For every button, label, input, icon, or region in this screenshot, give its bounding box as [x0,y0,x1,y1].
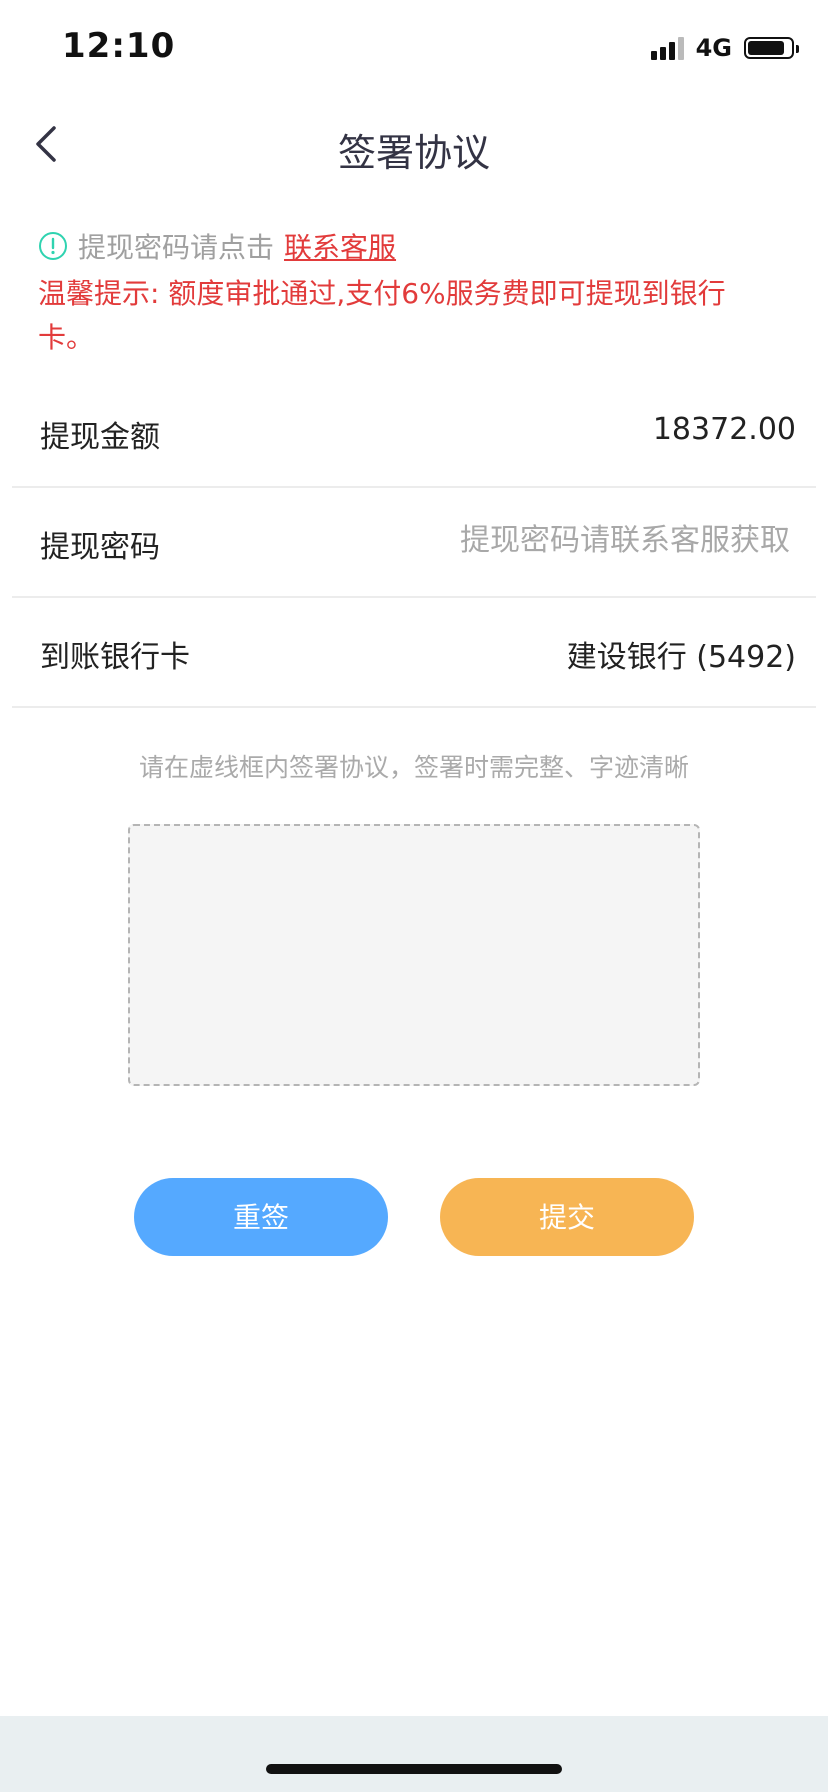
amount-row: 提现金额 18372.00 [12,378,816,488]
notice-prefix: 提现密码请点击 [78,231,275,264]
notice-block: 提现密码请点击 联系客服 温馨提示: 额度审批通过,支付6%服务费即可提现到银行… [38,226,758,360]
status-indicators: 4G [650,34,799,62]
status-time: 12:10 [62,26,176,66]
password-input[interactable] [370,514,790,566]
signal-bars-icon [650,36,684,60]
page-title: 签署协议 [337,131,490,175]
warm-tip: 温馨提示: 额度审批通过,支付6%服务费即可提现到银行卡。 [38,277,726,354]
status-bar: 12:10 4G [0,0,828,96]
home-indicator[interactable] [266,1764,562,1774]
password-label: 提现密码 [40,530,160,565]
bank-card-label: 到账银行卡 [40,640,190,675]
amount-label: 提现金额 [40,420,160,455]
battery-level [748,41,784,55]
password-row: 提现密码 [12,488,816,598]
password-notice: 提现密码请点击 联系客服 [38,226,758,266]
amount-value: 18372.00 [652,412,796,447]
signature-hint: 请在虚线框内签署协议，签署时需完整、字迹清晰 [138,753,689,782]
signature-pad[interactable] [128,824,700,1086]
network-type-label: 4G [695,34,732,62]
battery-icon [744,37,799,59]
bank-card-row[interactable]: 到账银行卡 建设银行 (5492) [12,598,816,708]
sign-agreement-page: 12:10 4G 签署协议 提现密码请点击 联系客服 温馨提示: 额度审批通过,… [0,0,828,1792]
info-circle-icon [38,231,68,261]
submit-button[interactable]: 提交 [440,1178,694,1256]
resign-button[interactable]: 重签 [134,1178,388,1256]
contact-service-link[interactable]: 联系客服 [284,226,396,266]
nav-bar: 签署协议 [0,96,828,196]
bottom-safe-area [0,1716,828,1792]
bank-card-value: 建设银行 (5492) [566,640,796,675]
